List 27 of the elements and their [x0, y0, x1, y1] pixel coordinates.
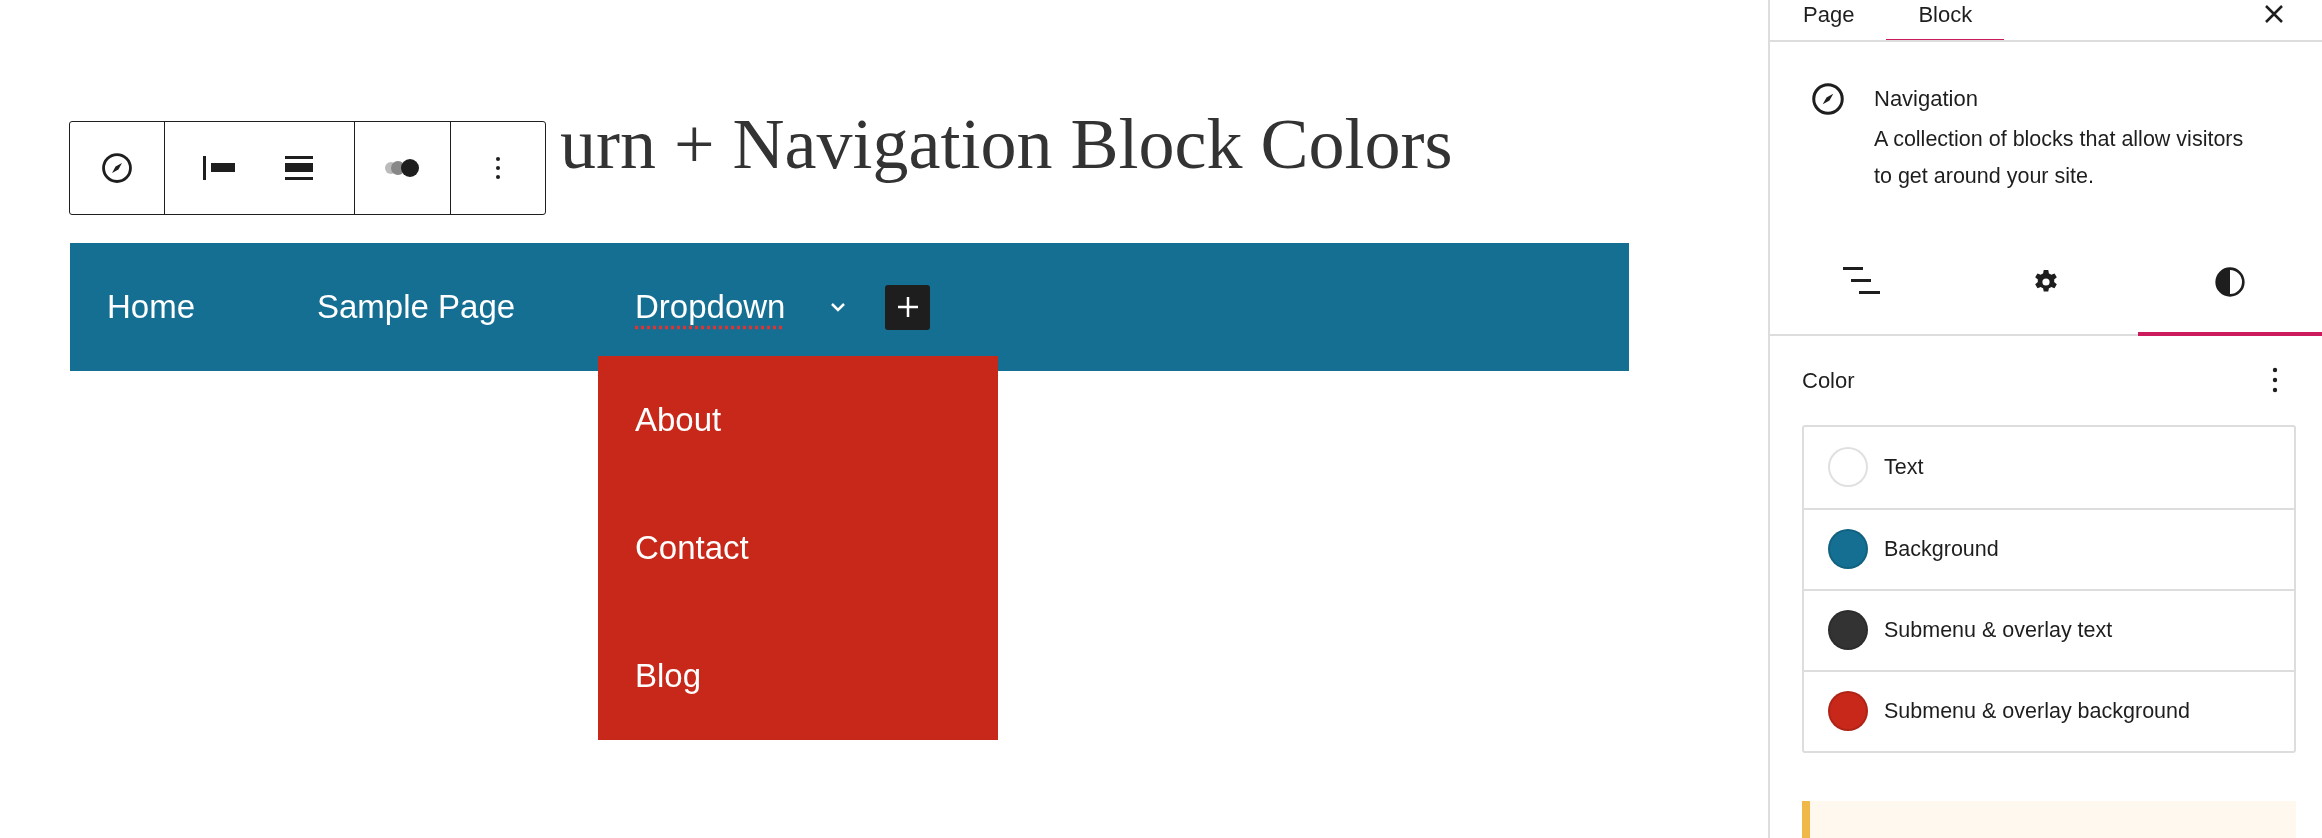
list-view-icon	[1843, 267, 1881, 297]
sidebar-tab[interactable]: Block	[1886, 0, 2005, 40]
nav-link[interactable]: Dropdown	[635, 282, 786, 332]
more-options-icon	[495, 156, 501, 180]
sidebar-tab[interactable]: Page	[1803, 0, 1887, 40]
close-icon[interactable]	[2264, 4, 2284, 24]
nav-link[interactable]: Home	[107, 282, 196, 332]
block-name: Navigation	[1874, 84, 1979, 113]
color-option[interactable]: Submenu & overlay text	[1804, 588, 2294, 670]
panel-heading: Color	[1802, 366, 1855, 395]
chevron-down-icon[interactable]	[829, 301, 848, 313]
submenu-link[interactable]: Blog	[635, 651, 702, 701]
navigation-block-icon	[1810, 80, 1846, 117]
block-description: A collection of blocks that allow visitors to get around your site.	[1874, 125, 2245, 190]
add-block-button[interactable]	[885, 284, 931, 330]
plus-icon	[895, 295, 920, 319]
color-option[interactable]: Submenu & overlay background	[1804, 669, 2294, 751]
nav-link[interactable]: Sample Page	[317, 282, 516, 332]
contrast-icon	[2214, 266, 2246, 298]
justify-left-icon	[203, 156, 238, 180]
compass-icon	[100, 151, 134, 185]
more-options-icon[interactable]	[2272, 367, 2278, 394]
submenu-link[interactable]: Contact	[635, 523, 749, 573]
color-option[interactable]: Text	[1804, 426, 2294, 508]
submenu-link[interactable]: About	[635, 395, 722, 445]
color-option[interactable]: Background	[1804, 507, 2294, 589]
justify-stretch-icon	[284, 156, 313, 180]
